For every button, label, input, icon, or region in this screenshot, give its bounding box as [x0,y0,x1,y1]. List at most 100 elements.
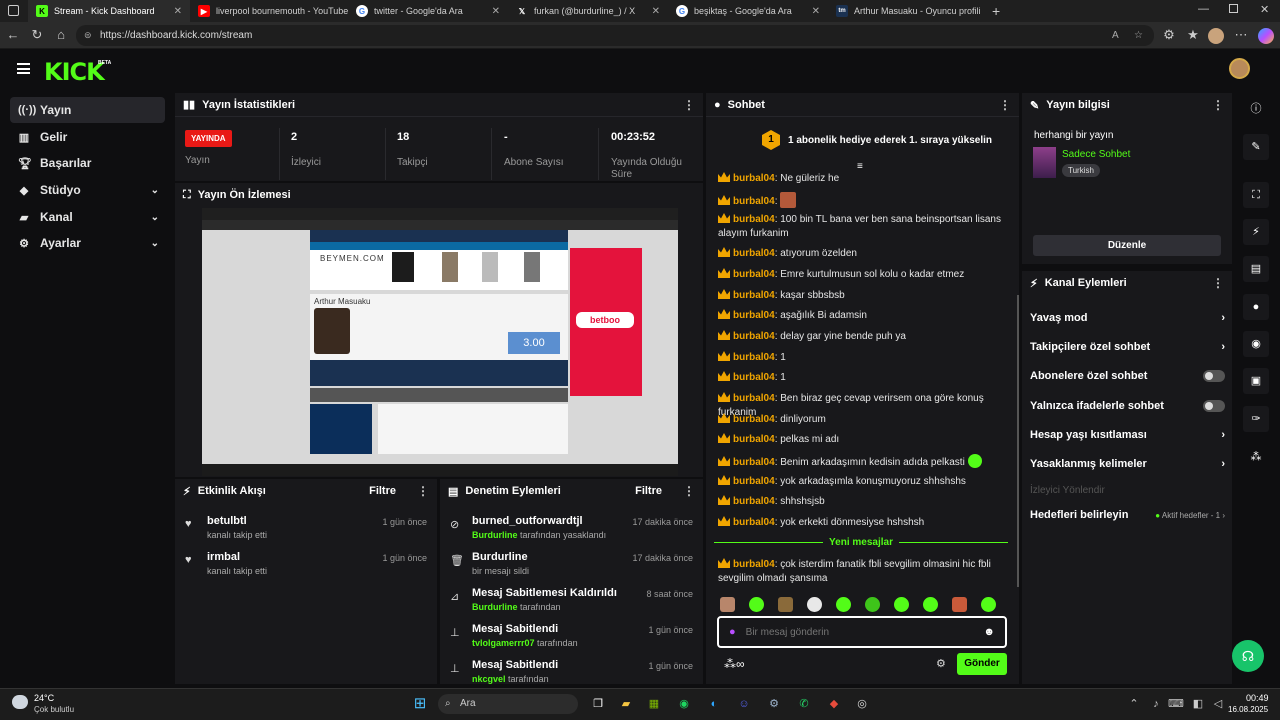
kebab-menu-icon[interactable]: ⋮ [1212,98,1224,112]
home-icon[interactable]: ⌂ [52,26,70,44]
obs-icon[interactable]: ◎ [852,694,872,714]
kebab-menu-icon[interactable]: ⋮ [683,98,695,112]
tab-transfermarkt[interactable]: tm Arthur Masuaku - Oyuncu profili [828,0,986,22]
spotify-icon[interactable]: ◉ [674,694,694,714]
emote-icon[interactable] [894,597,909,612]
layout-icon[interactable]: ▣ [1243,368,1269,394]
chat-username[interactable]: burbal04 [733,476,775,487]
chat-username[interactable]: burbal04 [733,352,775,363]
broadcast-icon[interactable]: ◉ [1243,331,1269,357]
sidebar-item-basarilar[interactable]: 🏆︎ Başarılar [10,150,165,176]
account-age-action[interactable]: Hesap yaşı kısıtlaması › [1030,425,1225,445]
kick-points-icon[interactable]: ⁂ [1243,444,1269,470]
more-icon[interactable]: ⋯ [1232,26,1250,44]
support-button[interactable]: ☊ [1232,640,1264,672]
pinned-toggle-icon[interactable]: ≡ [857,161,863,172]
sidebar-item-studyo[interactable]: ◆ Stüdyo ⌄ [10,177,165,203]
close-icon[interactable]: ✕ [652,6,660,17]
lightning-icon[interactable]: ⚡︎ [1243,219,1269,245]
close-window-button[interactable]: ✕ [1260,3,1269,16]
read-aloud-icon[interactable]: A [1112,25,1119,46]
emote-icon[interactable] [981,597,996,612]
category-thumbnail[interactable] [1033,147,1056,178]
subscribers-only-toggle[interactable] [1203,370,1225,382]
microphone-icon[interactable]: ♪ [1146,694,1166,714]
kebab-menu-icon[interactable]: ⋮ [999,98,1011,112]
reload-icon[interactable]: ↻ [28,26,46,44]
emotes-only-toggle[interactable] [1203,400,1225,412]
emote-icon[interactable] [778,597,793,612]
filter-button[interactable]: Filtre [635,485,662,497]
kebab-menu-icon[interactable]: ⋮ [417,484,429,498]
emote-icon[interactable] [865,597,880,612]
chat-username[interactable]: burbal04 [733,269,775,280]
chat-username[interactable]: burbal04 [733,248,775,259]
maximize-button[interactable] [1229,4,1238,13]
tab-actions-icon[interactable] [8,5,19,16]
close-icon[interactable]: ✕ [174,6,182,17]
chat-username[interactable]: burbal04 [733,196,775,207]
chat-username[interactable]: burbal04 [733,414,775,425]
back-icon[interactable]: ← [4,26,22,44]
banned-words-action[interactable]: Yasaklanmış kelimeler › [1030,454,1225,474]
profile-avatar[interactable] [1208,28,1224,44]
chat-username[interactable]: burbal04 [733,457,775,468]
chat-username[interactable]: burbal04 [733,517,775,528]
copilot-icon[interactable] [1258,28,1274,44]
gift-banner[interactable]: 1 1 abonelik hediye ederek 1. sıraya yük… [762,130,992,150]
chat-username[interactable]: burbal04 [733,290,775,301]
sidebar-item-yayin[interactable]: ((·)) Yayın [10,97,165,123]
new-tab-button[interactable]: + [992,3,1000,19]
user-avatar[interactable] [1229,58,1250,79]
chat-scrollbar[interactable] [1017,295,1019,587]
chat-settings-icon[interactable]: ⚙ [936,657,946,670]
file-explorer-icon[interactable]: ▰ [616,694,636,714]
kebab-menu-icon[interactable]: ⋮ [1212,276,1224,290]
volume-icon[interactable]: ◁ [1208,694,1228,714]
moderator-name[interactable]: Burdurline [472,602,518,612]
favorites-icon[interactable]: ★ [1184,26,1202,44]
menu-icon[interactable] [17,63,30,74]
stream-preview-video[interactable]: BEYMEN.COM Arthur Masuaku 3.00 betboo [202,208,678,476]
document-icon[interactable]: ▤ [1243,256,1269,282]
chat-icon[interactable]: ● [1243,294,1269,320]
chat-username[interactable]: burbal04 [733,372,775,383]
close-icon[interactable]: ✕ [812,6,820,17]
moderator-name[interactable]: Burdurline [472,530,518,540]
favorite-star-icon[interactable]: ☆ [1134,25,1143,46]
wrench-icon[interactable]: ✑ [1243,406,1269,432]
microphone-icon[interactable]: ● [729,626,736,638]
start-icon[interactable]: ⊞ [410,694,430,714]
emotes-only-action[interactable]: Yalnızca ifadelerle sohbet [1030,396,1225,416]
emote-icon[interactable] [749,597,764,612]
edit-stream-button[interactable]: Düzenle [1033,235,1221,256]
screenshot-icon[interactable]: ⛶ [1243,182,1269,208]
edge-icon[interactable]: ◐ [704,694,724,714]
discord-icon[interactable]: ☺ [734,694,754,714]
url-field[interactable]: ⊜ https://dashboard.kick.com/stream A ☆ [76,25,1154,46]
chat-username[interactable]: burbal04 [733,173,775,184]
info-icon[interactable]: ⓘ [1243,96,1269,122]
chat-username[interactable]: burbal04 [733,214,775,225]
kick-logo[interactable]: KICK [44,58,105,86]
minimize-button[interactable]: — [1198,3,1209,15]
app-icon[interactable]: ◆ [824,694,844,714]
category-name[interactable]: Sadece Sohbet [1062,149,1130,160]
chat-username[interactable]: burbal04 [733,434,775,445]
slow-mode-action[interactable]: Yavaş mod › [1030,308,1225,328]
kick-points-icon[interactable]: ⁂∞ [724,657,745,671]
chat-username[interactable]: burbal04 [733,559,775,570]
emote-icon[interactable] [720,597,735,612]
tab-kick-dashboard[interactable]: K Stream - Kick Dashboard ✕ [28,0,190,22]
chat-input[interactable]: ● ☻ [717,616,1007,648]
emote-icon[interactable] [836,597,851,612]
site-info-icon[interactable]: ⊜ [84,25,92,46]
clock-date[interactable]: 16.08.2025 [1228,705,1268,714]
store-icon[interactable]: ▦ [644,694,664,714]
tab-google-twitter[interactable]: G twitter - Google'da Ara ✕ [348,0,508,22]
followers-only-action[interactable]: Takipçilere özel sohbet › [1030,337,1225,357]
pencil-icon[interactable]: ✎ [1243,134,1269,160]
clock-time[interactable]: 00:49 [1246,693,1269,703]
chat-username[interactable]: burbal04 [733,393,775,404]
task-view-icon[interactable]: ❐ [588,694,608,714]
